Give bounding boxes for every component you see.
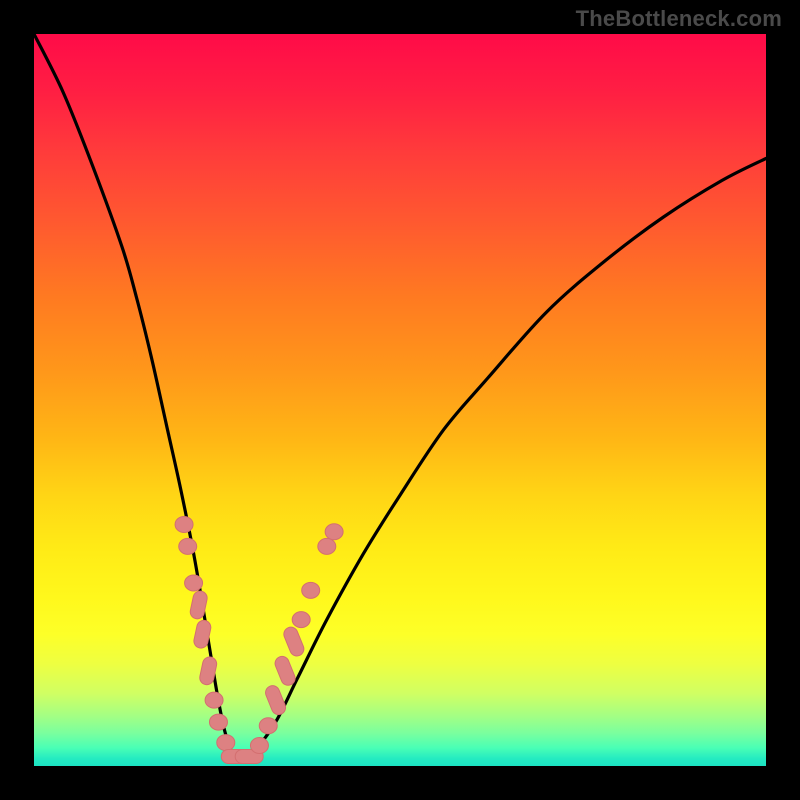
- curve-marker: [259, 718, 277, 734]
- curve-layer: [34, 34, 766, 766]
- curve-marker: [302, 582, 320, 598]
- curve-marker: [273, 654, 297, 687]
- chart-frame: TheBottleneck.com: [0, 0, 800, 800]
- curve-marker: [179, 538, 197, 554]
- curve-marker: [325, 524, 343, 540]
- curve-marker: [250, 738, 268, 754]
- curve-marker: [209, 714, 227, 730]
- curve-marker: [217, 735, 235, 751]
- plot-area: [34, 34, 766, 766]
- curve-marker: [292, 612, 310, 628]
- curve-marker: [263, 684, 287, 717]
- bottleneck-curve: [34, 34, 766, 759]
- curve-marker: [205, 692, 223, 708]
- curve-marker: [175, 516, 193, 532]
- watermark-text: TheBottleneck.com: [576, 6, 782, 32]
- curve-marker: [185, 575, 203, 591]
- curve-marker: [318, 538, 336, 554]
- curve-marker: [282, 625, 306, 658]
